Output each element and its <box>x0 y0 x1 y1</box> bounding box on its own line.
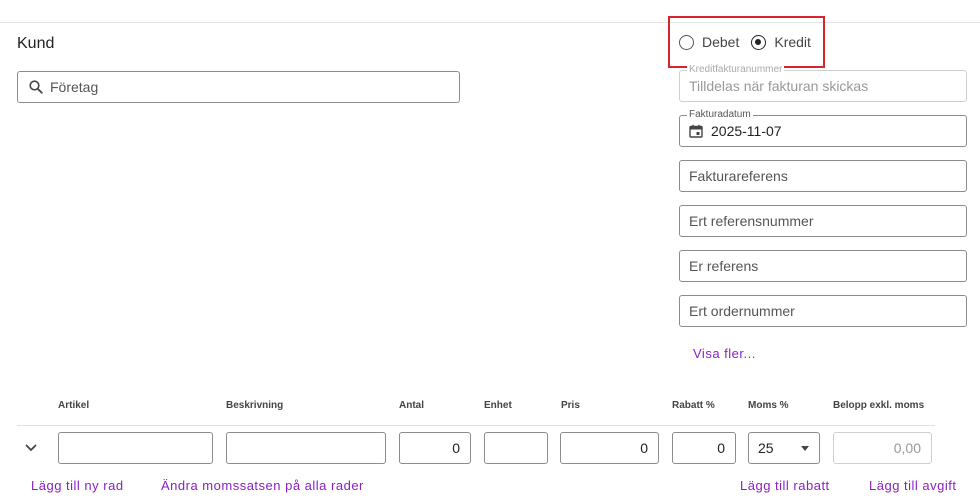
dropdown-caret-icon <box>801 445 809 451</box>
col-header-price: Pris <box>561 400 580 411</box>
line-discount-field[interactable] <box>672 432 736 464</box>
invoice-date-field[interactable]: Fakturadatum <box>679 109 967 147</box>
top-divider <box>0 22 980 23</box>
show-more-link[interactable]: Visa fler... <box>693 346 756 361</box>
line-discount-input[interactable] <box>673 440 735 456</box>
radio-debet-label: Debet <box>702 34 740 50</box>
line-amount-field <box>833 432 932 464</box>
invoice-reference-input[interactable] <box>689 168 966 184</box>
radio-kredit[interactable]: Kredit <box>751 34 811 50</box>
invoice-reference-field[interactable] <box>679 160 967 192</box>
line-price-input[interactable] <box>561 440 658 456</box>
line-amount-input <box>834 440 931 456</box>
col-header-vat: Moms % <box>748 400 789 411</box>
radio-kredit-label: Kredit <box>774 34 811 50</box>
line-description-input[interactable] <box>227 440 385 456</box>
radio-debet[interactable]: Debet <box>679 34 739 50</box>
credit-invoice-number-field: Kreditfakturanummer <box>679 64 967 102</box>
customer-search-field[interactable] <box>17 71 460 103</box>
your-reference-number-field[interactable] <box>679 205 967 237</box>
your-reference-number-input[interactable] <box>689 213 966 229</box>
add-fee-link[interactable]: Lägg till avgift <box>869 478 957 493</box>
our-reference-input[interactable] <box>689 258 966 274</box>
customer-search-input[interactable] <box>50 79 459 95</box>
line-article-input[interactable] <box>59 440 212 456</box>
add-row-link[interactable]: Lägg till ny rad <box>31 478 124 493</box>
invoice-date-input[interactable] <box>711 123 966 139</box>
radio-debet-circle[interactable] <box>679 34 694 50</box>
line-vat-select[interactable]: 25 <box>748 432 820 464</box>
line-quantity-input[interactable] <box>400 440 470 456</box>
line-description-field[interactable] <box>226 432 386 464</box>
col-header-description: Beskrivning <box>226 400 284 411</box>
radio-kredit-circle[interactable] <box>751 34 767 50</box>
calendar-icon[interactable] <box>689 124 703 138</box>
our-reference-field[interactable] <box>679 250 967 282</box>
your-order-number-input[interactable] <box>689 303 966 319</box>
add-discount-link[interactable]: Lägg till rabatt <box>740 478 830 493</box>
customer-section-title: Kund <box>17 35 55 52</box>
invoice-date-label: Fakturadatum <box>687 109 753 121</box>
col-header-amount: Belopp exkl. moms <box>833 400 925 411</box>
change-vat-all-link[interactable]: Ändra momssatsen på alla rader <box>161 478 364 493</box>
line-vat-value: 25 <box>758 440 774 456</box>
line-price-field[interactable] <box>560 432 659 464</box>
line-unit-field[interactable] <box>484 432 548 464</box>
your-order-number-field[interactable] <box>679 295 967 327</box>
col-header-discount: Rabatt % <box>672 400 715 411</box>
line-article-field[interactable] <box>58 432 213 464</box>
chevron-down-icon[interactable] <box>24 441 38 455</box>
credit-invoice-number-label: Kreditfakturanummer <box>687 64 785 76</box>
table-header-divider <box>17 425 935 426</box>
search-icon <box>29 80 43 94</box>
credit-invoice-number-input <box>689 78 966 94</box>
invoice-type-radio-group: Debet Kredit <box>668 16 825 68</box>
col-header-unit: Enhet <box>484 400 512 411</box>
line-unit-input[interactable] <box>485 440 547 456</box>
col-header-article: Artikel <box>58 400 90 411</box>
line-quantity-field[interactable] <box>399 432 471 464</box>
col-header-quantity: Antal <box>399 400 424 411</box>
